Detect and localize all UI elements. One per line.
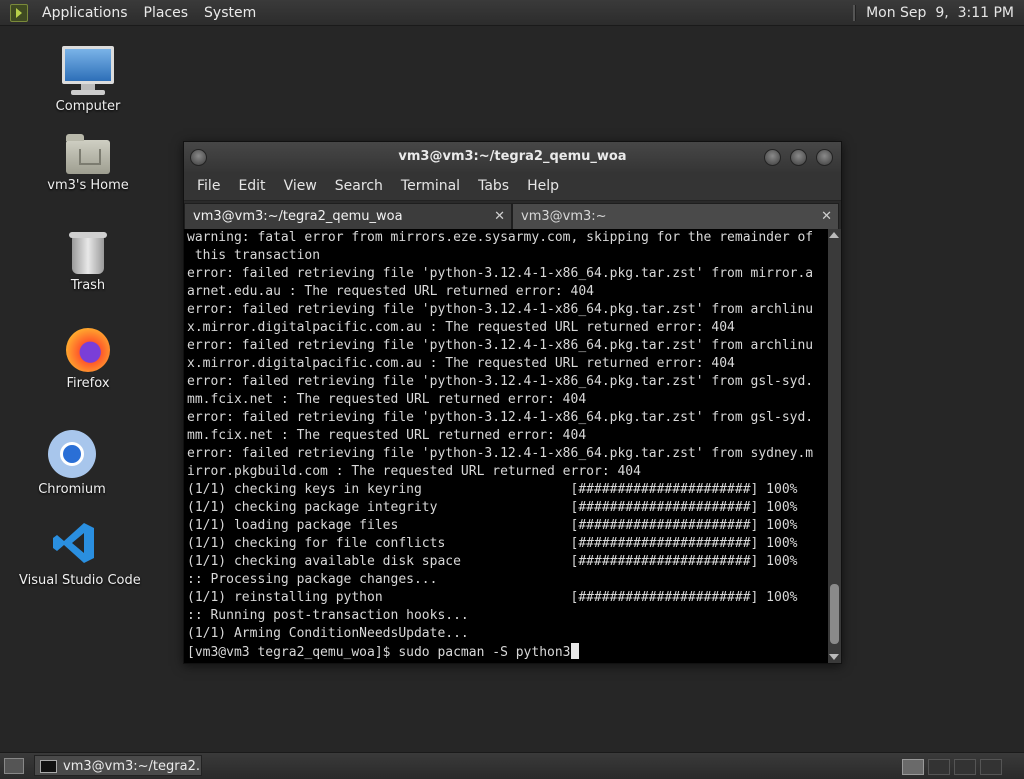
places-menu[interactable]: Places bbox=[136, 5, 197, 21]
tab-close-icon[interactable]: ✕ bbox=[821, 204, 832, 230]
terminal-line: error: failed retrieving file 'python-3.… bbox=[187, 410, 814, 425]
chromium-icon bbox=[17, 430, 127, 478]
vscode-icon bbox=[19, 521, 129, 569]
firefox-icon bbox=[33, 328, 143, 372]
system-menu[interactable]: System bbox=[196, 5, 264, 21]
terminal-line: error: failed retrieving file 'python-3.… bbox=[187, 266, 814, 281]
terminal-line: (1/1) reinstalling python [#############… bbox=[187, 590, 798, 605]
panel-separator bbox=[853, 4, 857, 21]
terminal-line: error: failed retrieving file 'python-3.… bbox=[187, 446, 814, 461]
menu-tabs[interactable]: Tabs bbox=[469, 178, 518, 194]
desktop-icon-firefox[interactable]: Firefox bbox=[33, 328, 143, 391]
tab-close-icon[interactable]: ✕ bbox=[494, 204, 505, 230]
tab-label: vm3@vm3:~ bbox=[521, 209, 607, 224]
taskbar-window-button[interactable]: vm3@vm3:~/tegra2... bbox=[34, 755, 202, 776]
terminal-window: vm3@vm3:~/tegra2_qemu_woa File Edit View… bbox=[183, 141, 842, 664]
desktop-icon-label: Firefox bbox=[66, 376, 110, 391]
top-panel: Applications Places System Mon Sep 9, 3:… bbox=[0, 0, 1024, 26]
text-cursor bbox=[570, 643, 579, 659]
terminal-icon bbox=[40, 760, 57, 773]
window-titlebar[interactable]: vm3@vm3:~/tegra2_qemu_woa bbox=[184, 142, 841, 172]
bottom-panel: vm3@vm3:~/tegra2... bbox=[0, 752, 1024, 779]
workspace-3[interactable] bbox=[954, 759, 976, 775]
terminal-line: (1/1) checking keys in keyring [########… bbox=[187, 482, 798, 497]
menu-terminal[interactable]: Terminal bbox=[392, 178, 469, 194]
applications-menu-icon[interactable] bbox=[10, 3, 28, 22]
clock[interactable]: Mon Sep 9, 3:11 PM bbox=[866, 5, 1014, 21]
menu-edit[interactable]: Edit bbox=[229, 178, 274, 194]
terminal-output[interactable]: warning: fatal error from mirrors.eze.sy… bbox=[184, 229, 828, 663]
prompt-line[interactable]: [vm3@vm3 tegra2_qemu_woa]$ sudo pacman -… bbox=[187, 643, 828, 661]
tab-bar: vm3@vm3:~/tegra2_qemu_woa ✕ vm3@vm3:~ ✕ bbox=[184, 200, 841, 229]
tab-tegra2-qemu-woa[interactable]: vm3@vm3:~/tegra2_qemu_woa ✕ bbox=[184, 203, 512, 229]
desktop-icon-computer[interactable]: Computer bbox=[33, 46, 143, 114]
menu-help[interactable]: Help bbox=[518, 178, 568, 194]
terminal-line: this transaction bbox=[187, 248, 321, 263]
terminal-scrollbar[interactable] bbox=[828, 229, 841, 663]
desktop-icon-trash[interactable]: Trash bbox=[33, 232, 143, 293]
terminal-line: mm.fcix.net : The requested URL returned… bbox=[187, 392, 587, 407]
applications-menu[interactable]: Applications bbox=[34, 5, 136, 21]
clock-area: Mon Sep 9, 3:11 PM bbox=[853, 0, 1014, 25]
home-folder-icon bbox=[33, 134, 143, 174]
terminal-line: (1/1) loading package files [###########… bbox=[187, 518, 798, 533]
scrollbar-thumb[interactable] bbox=[830, 584, 839, 644]
terminal-line: :: Running post-transaction hooks... bbox=[187, 608, 469, 623]
terminal-line: irror.pkgbuild.com : The requested URL r… bbox=[187, 464, 641, 479]
desktop-icon-label: Trash bbox=[70, 278, 106, 293]
menu-search[interactable]: Search bbox=[326, 178, 392, 194]
window-menu-icon[interactable] bbox=[190, 149, 207, 166]
terminal-menubar: File Edit View Search Terminal Tabs Help bbox=[184, 172, 841, 200]
terminal-line: error: failed retrieving file 'python-3.… bbox=[187, 374, 814, 389]
terminal-line: (1/1) checking for file conflicts [#####… bbox=[187, 536, 798, 551]
show-desktop-icon[interactable] bbox=[4, 758, 24, 774]
maximize-button[interactable] bbox=[790, 149, 807, 166]
workspace-4[interactable] bbox=[980, 759, 1002, 775]
terminal-line: (1/1) checking available disk space [###… bbox=[187, 554, 798, 569]
taskbar-label: vm3@vm3:~/tegra2... bbox=[63, 759, 202, 774]
tab-home[interactable]: vm3@vm3:~ ✕ bbox=[512, 203, 839, 229]
tab-label: vm3@vm3:~/tegra2_qemu_woa bbox=[193, 209, 403, 224]
desktop-icon-label: Chromium bbox=[38, 482, 106, 497]
terminal-line: x.mirror.digitalpacific.com.au : The req… bbox=[187, 320, 735, 335]
desktop-icon-label: Visual Studio Code bbox=[19, 573, 141, 588]
scroll-down-icon[interactable] bbox=[829, 654, 839, 660]
trash-icon bbox=[33, 232, 143, 274]
terminal-line: :: Processing package changes... bbox=[187, 572, 438, 587]
terminal-line: error: failed retrieving file 'python-3.… bbox=[187, 338, 814, 353]
desktop-icon-home[interactable]: vm3's Home bbox=[33, 134, 143, 193]
scroll-up-icon[interactable] bbox=[829, 232, 839, 238]
terminal-line: arnet.edu.au : The requested URL returne… bbox=[187, 284, 594, 299]
workspace-2[interactable] bbox=[928, 759, 950, 775]
window-title: vm3@vm3:~/tegra2_qemu_woa bbox=[398, 149, 627, 164]
desktop-icon-vscode[interactable]: Visual Studio Code bbox=[19, 521, 141, 588]
menu-file[interactable]: File bbox=[188, 178, 229, 194]
terminal-line: mm.fcix.net : The requested URL returned… bbox=[187, 428, 587, 443]
terminal-line: error: failed retrieving file 'python-3.… bbox=[187, 302, 814, 317]
desktop-icon-label: vm3's Home bbox=[47, 178, 129, 193]
workspace-1[interactable] bbox=[902, 759, 924, 775]
terminal-line: x.mirror.digitalpacific.com.au : The req… bbox=[187, 356, 735, 371]
command-prompt: [vm3@vm3 tegra2_qemu_woa]$ sudo pacman -… bbox=[187, 645, 571, 660]
desktop-icon-label: Computer bbox=[55, 99, 121, 114]
terminal-line: warning: fatal error from mirrors.eze.sy… bbox=[187, 230, 814, 245]
terminal-line: (1/1) Arming ConditionNeedsUpdate... bbox=[187, 626, 469, 641]
computer-icon bbox=[33, 46, 143, 95]
close-button[interactable] bbox=[816, 149, 833, 166]
desktop-icon-chromium[interactable]: Chromium bbox=[17, 430, 127, 497]
menu-view[interactable]: View bbox=[275, 178, 326, 194]
minimize-button[interactable] bbox=[764, 149, 781, 166]
terminal-line: (1/1) checking package integrity [######… bbox=[187, 500, 798, 515]
